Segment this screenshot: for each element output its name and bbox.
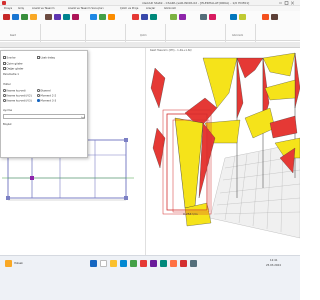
clock-date: 25.03.2024: [266, 264, 281, 267]
app-icon[interactable]: [160, 260, 167, 267]
ribbon-button-detail[interactable]: [141, 14, 148, 20]
checkbox[interactable]: [37, 56, 40, 59]
menu-item-tools[interactable]: Araçlar: [146, 7, 155, 10]
dropdown-select[interactable]: [3, 114, 86, 119]
ribbon-button-axis[interactable]: [209, 14, 216, 20]
dialog-row: Çizim göster: [3, 62, 23, 65]
checkbox[interactable]: [3, 56, 6, 59]
search-icon[interactable]: [100, 260, 107, 267]
radio-option[interactable]: Moment 2-2: [37, 94, 56, 97]
ribbon-button-design[interactable]: [12, 14, 19, 20]
menu-item-analysis[interactable]: Analiz ve Tasarım: [32, 7, 55, 10]
ribbon-button-print[interactable]: [108, 14, 115, 20]
3d-moment-diagram: [150, 52, 300, 239]
radio-option[interactable]: Kesme kuvveti (V3): [3, 99, 32, 102]
app-icon[interactable]: [190, 260, 197, 267]
file-explorer-icon[interactable]: [110, 260, 117, 267]
app-icon[interactable]: [150, 260, 157, 267]
ribbon-button-section[interactable]: [45, 14, 52, 20]
ribbon-button-analysis[interactable]: [3, 14, 10, 20]
ribbon-button-slab[interactable]: [72, 14, 79, 20]
app-icon[interactable]: [130, 260, 137, 267]
browser-icon[interactable]: [120, 260, 127, 267]
clock-time: 12:41: [270, 259, 278, 262]
start-icon[interactable]: [90, 260, 97, 267]
ribbon-button-column[interactable]: [63, 14, 70, 20]
app-icon[interactable]: [140, 260, 147, 267]
radio-option[interactable]: Kesme kuvveti (V2): [3, 94, 32, 97]
ribbon-button-grid[interactable]: [200, 14, 207, 20]
ribbon-button-3d[interactable]: [170, 14, 177, 20]
radio-option[interactable]: Eksenel: [37, 89, 51, 92]
ribbon-button-check[interactable]: [21, 14, 28, 20]
dialog-section-label: Yükler: [3, 83, 11, 86]
checkbox[interactable]: [3, 67, 6, 70]
ribbon-button-settings[interactable]: [262, 14, 269, 20]
moment-value-label: 0.254 t/m: [183, 212, 198, 216]
menu-item-file[interactable]: Dosya: [4, 7, 12, 10]
weather-text: Yüksek: [14, 262, 23, 265]
menu-item-view[interactable]: Görünüm: [164, 7, 176, 10]
ribbon-button-layer[interactable]: [150, 14, 157, 20]
dropdown-label: Ayırma: [3, 109, 12, 112]
idecad-icon[interactable]: [180, 260, 187, 267]
dialog-option: Uzak detay: [37, 56, 55, 59]
menu-item-home[interactable]: Giriş: [18, 7, 24, 10]
diagram-options-dialog: Sınırlar Uzak detay Çizim göster Değer g…: [0, 50, 88, 158]
ribbon-button-beam[interactable]: [54, 14, 61, 20]
minimize-icon[interactable]: [278, 1, 283, 5]
maximize-icon[interactable]: [284, 1, 289, 5]
ribbon-button-draw[interactable]: [132, 14, 139, 20]
ribbon-group-label: Çizim: [140, 34, 147, 37]
dialog-row: Boşluk: [3, 123, 12, 126]
ribbon-button-help[interactable]: [271, 14, 278, 20]
dialog-row: Sınırlar: [3, 56, 16, 59]
app-icon[interactable]: [170, 260, 177, 267]
radio-option[interactable]: Kesme kuvveti: [3, 89, 25, 92]
ribbon-group-label: Görünüm: [232, 34, 244, 37]
dialog-row: Parametre 1: [3, 73, 19, 76]
dialog-row: Değer göster: [3, 67, 24, 70]
ribbon-button-render[interactable]: [179, 14, 186, 20]
ribbon-button-export[interactable]: [99, 14, 106, 20]
close-icon[interactable]: [290, 1, 295, 5]
checkbox[interactable]: [3, 62, 6, 65]
weather-icon[interactable]: [5, 260, 12, 267]
app-logo-icon: [2, 1, 6, 5]
window-title: ideCAD Statik - CSAPA (sAR-INCIR-02 - [E…: [142, 1, 250, 5]
menu-item-drawing[interactable]: Çizim ve Proje: [120, 7, 138, 10]
radio-option-selected[interactable]: Moment 3-3: [37, 99, 56, 102]
ribbon-button-report[interactable]: [90, 14, 97, 20]
menu-item-results[interactable]: Analiz ve Tasarım Sonuçları: [68, 7, 103, 10]
ribbon-group-label: Kesit: [10, 34, 16, 37]
ribbon-button-loads[interactable]: [30, 14, 37, 20]
ribbon-button-zoom[interactable]: [230, 14, 237, 20]
ribbon-button-pan[interactable]: [239, 14, 246, 20]
ribbon-toolbar: Kesit Çizim Görünüm: [0, 11, 300, 48]
